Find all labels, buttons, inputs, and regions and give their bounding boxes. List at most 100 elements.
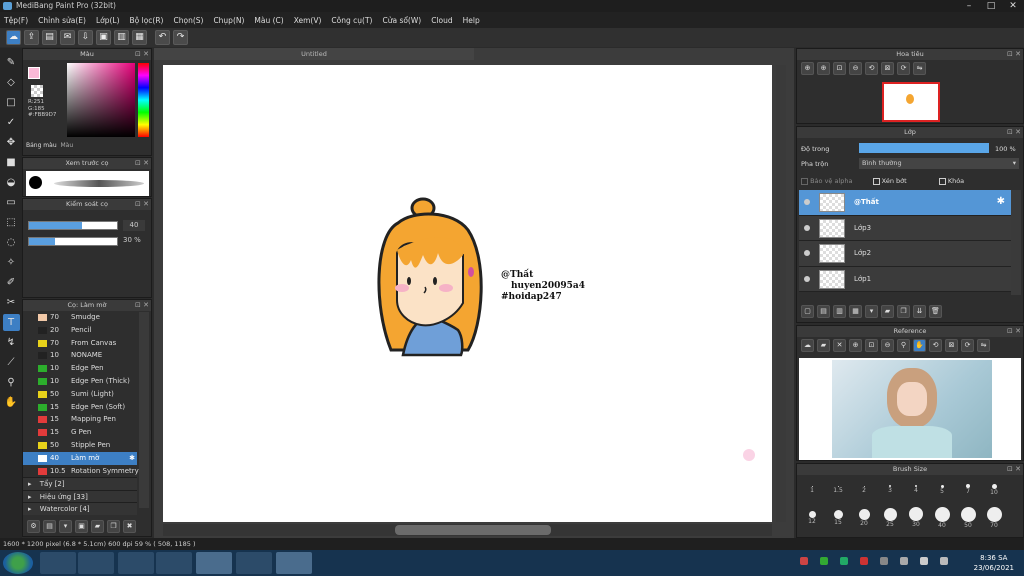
taskbar-browser-icon[interactable] — [40, 552, 76, 574]
brush-size-preset[interactable]: 70 — [981, 506, 1007, 529]
tray-icon[interactable] — [800, 557, 808, 565]
brush-list-item[interactable]: 70 Smudge — [23, 311, 137, 324]
menu-cloud[interactable]: Cloud — [431, 16, 452, 25]
foreground-color-swatch[interactable] — [28, 67, 40, 79]
panel-menu-icon[interactable]: ⊡ ✕ — [135, 300, 149, 311]
fill-rect-tool-icon[interactable]: ■ — [3, 154, 20, 171]
panel-menu-icon[interactable]: ⊡ ✕ — [135, 158, 149, 169]
brush-list-item[interactable]: 15 Edge Pen (Soft) — [23, 401, 137, 414]
brush-list-item[interactable]: 10 Edge Pen (Thick) — [23, 375, 137, 388]
select-pen-tool-icon[interactable]: ✐ — [3, 274, 20, 291]
brush-list-item[interactable]: 40 Làm mờ ✱ — [23, 451, 137, 465]
taskbar-medibang-icon[interactable] — [276, 552, 312, 574]
minimize-button[interactable]: – — [958, 0, 980, 12]
saturation-value-picker[interactable] — [67, 63, 135, 137]
reference-fit-icon[interactable]: ⊡ — [865, 339, 878, 352]
brush-new-icon[interactable]: ▾ — [59, 520, 72, 533]
reference-open-icon[interactable]: ▰ — [817, 339, 830, 352]
grid-icon[interactable]: ▦ — [132, 30, 147, 45]
menu-snap[interactable]: Chụp(N) — [213, 16, 244, 25]
divide-tool-icon[interactable]: ⟋ — [3, 354, 20, 371]
close-button[interactable]: ✕ — [1002, 0, 1024, 12]
taskbar-app-icon[interactable] — [78, 552, 114, 574]
panel-menu-icon[interactable]: ⊡ ✕ — [1007, 464, 1021, 475]
reference-image-area[interactable] — [799, 358, 1021, 460]
menu-layer[interactable]: Lớp(L) — [96, 16, 120, 25]
reference-zoom-in-icon[interactable]: ⊕ — [849, 339, 862, 352]
brush-group[interactable]: ▸ Hiệu ứng [33] — [23, 489, 137, 503]
brush-size-preset[interactable]: 7 — [955, 478, 981, 495]
brush-size-preset[interactable]: 3 — [877, 478, 903, 494]
rotate-left-icon[interactable]: ⟲ — [865, 62, 878, 75]
add-layer-menu-icon[interactable]: ▾ — [865, 305, 878, 318]
export-icon[interactable]: ⇩ — [78, 30, 93, 45]
reset-view-icon[interactable]: ⊠ — [881, 62, 894, 75]
brush-size-preset[interactable]: 25 — [877, 506, 903, 528]
brush-folder-icon[interactable]: ▤ — [43, 520, 56, 533]
eraser-tool-icon[interactable]: ◇ — [3, 74, 20, 91]
brush-size-preset[interactable]: 20 — [851, 506, 877, 527]
zoom-in-alt-icon[interactable]: ⊕ — [817, 62, 830, 75]
canvas-vertical-scrollbar[interactable] — [776, 65, 786, 522]
hand-tool-icon[interactable]: ✋ — [3, 394, 20, 411]
eyedropper-tool-icon[interactable]: ⚲ — [3, 374, 20, 391]
clipping-checkbox[interactable] — [872, 177, 880, 185]
panel-menu-icon[interactable]: ⊡ ✕ — [135, 49, 149, 60]
visibility-icon[interactable] — [804, 224, 810, 231]
menu-help[interactable]: Help — [463, 16, 480, 25]
reference-rotate-left-icon[interactable]: ⟲ — [929, 339, 942, 352]
brush-size-preset[interactable]: 10 — [981, 478, 1007, 496]
brush-size-preset[interactable]: 1.5 — [825, 478, 851, 494]
merge-layer-icon[interactable]: ⇊ — [913, 305, 926, 318]
maximize-button[interactable]: □ — [980, 0, 1002, 12]
layer-row[interactable]: Lớp2 — [799, 241, 1011, 267]
hue-slider[interactable] — [138, 63, 149, 137]
reference-hand-icon[interactable]: ✋ — [913, 339, 926, 352]
layer-opacity-slider[interactable] — [859, 143, 989, 153]
check-tool-icon[interactable]: ✓ — [3, 114, 20, 131]
bucket-tool-icon[interactable]: ◒ — [3, 174, 20, 191]
navigator-thumbnail[interactable] — [882, 82, 940, 122]
visibility-icon[interactable] — [804, 275, 810, 282]
brush-size-preset[interactable]: 30 — [903, 506, 929, 528]
protect-alpha-checkbox[interactable] — [801, 177, 808, 185]
panel-menu-icon[interactable]: ⊡ ✕ — [1007, 326, 1021, 337]
redo-icon[interactable]: ↷ — [173, 30, 188, 45]
layer-row[interactable]: Lớp3 — [799, 215, 1011, 241]
rect-tool-icon[interactable]: □ — [3, 94, 20, 111]
taskbar-word-icon[interactable] — [156, 552, 192, 574]
new-layer-icon[interactable]: ▢ — [801, 305, 814, 318]
brush-size-preset[interactable]: 4 — [903, 478, 929, 494]
gradient-tool-icon[interactable]: ▭ — [3, 194, 20, 211]
upload-icon[interactable]: ⇪ — [24, 30, 39, 45]
layer-list-scrollbar[interactable] — [1011, 190, 1021, 295]
brush-group[interactable]: ▸ Tẩy [2] — [23, 477, 137, 490]
brush-copy-icon[interactable]: ▣ — [75, 520, 88, 533]
brush-size-value[interactable]: 40 — [123, 220, 145, 231]
undo-icon[interactable]: ↶ — [155, 30, 170, 45]
taskbar-chrome-icon[interactable] — [196, 552, 232, 574]
panel-menu-icon[interactable]: ⊡ ✕ — [135, 199, 149, 210]
pages-icon[interactable]: ▥ — [114, 30, 129, 45]
magic-wand-tool-icon[interactable]: ✧ — [3, 254, 20, 271]
folder-icon[interactable]: ▰ — [881, 305, 894, 318]
brush-tool-icon[interactable]: ✎ — [3, 54, 20, 71]
menu-select[interactable]: Chọn(S) — [173, 16, 203, 25]
start-button[interactable] — [3, 552, 33, 574]
brush-list-item[interactable]: 50 Stipple Pen — [23, 439, 137, 452]
lasso-tool-icon[interactable]: ◌ — [3, 234, 20, 251]
tray-icon[interactable] — [820, 557, 828, 565]
tab-color[interactable]: Màu — [60, 142, 73, 149]
select-eraser-tool-icon[interactable]: ✂ — [3, 294, 20, 311]
lock-checkbox[interactable] — [938, 177, 946, 185]
new-1bit-layer-icon[interactable]: ▦ — [849, 305, 862, 318]
brush-opacity-slider[interactable] — [28, 237, 118, 246]
clock[interactable]: 8:36 SA 23/06/2021 — [974, 553, 1014, 573]
volume-icon[interactable] — [920, 557, 928, 565]
delete-layer-icon[interactable]: 🗑 — [929, 305, 942, 318]
network-icon[interactable] — [940, 557, 948, 565]
brush-list-item[interactable]: 10.5 Rotation Symmetry — [23, 465, 139, 478]
brush-size-preset[interactable]: 1 — [799, 478, 825, 494]
reference-cloud-icon[interactable]: ☁ — [801, 339, 814, 352]
menu-file[interactable]: Tệp(F) — [4, 16, 28, 25]
